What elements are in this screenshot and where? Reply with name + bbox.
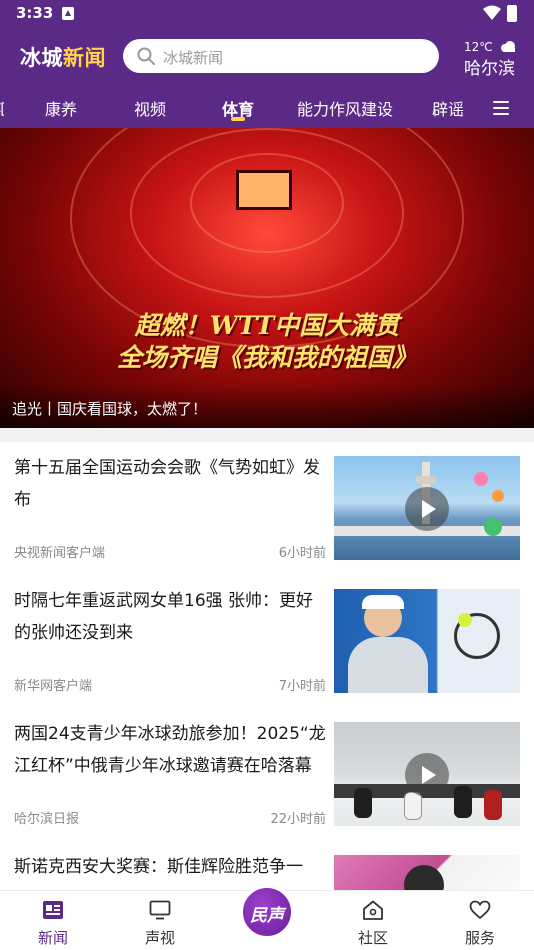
featured-banner[interactable]: 超燃！WTT中国大满贯 全场齐唱《我和我的祖国》 追光丨国庆看国球，太燃了！ — [0, 128, 534, 428]
news-thumbnail — [334, 456, 520, 560]
search-bar[interactable]: 冰城新闻 — [123, 39, 439, 73]
search-icon — [137, 47, 155, 65]
balloon-shape — [484, 518, 502, 536]
player-body-shape — [348, 637, 428, 693]
battery-icon — [507, 5, 517, 22]
nav-community[interactable]: 社区 — [333, 891, 413, 950]
news-icon — [43, 901, 63, 919]
news-source: 新华网客户端 — [14, 679, 93, 694]
search-placeholder: 冰城新闻 — [163, 49, 224, 67]
nav-label: 声视 — [144, 929, 175, 947]
play-icon — [405, 753, 449, 797]
news-thumbnail — [334, 722, 520, 826]
nav-news[interactable]: 新闻 — [13, 891, 93, 950]
logo-highlight: 新闻 — [63, 46, 106, 70]
public-voice-label: 民声 — [250, 906, 284, 926]
ball-shape — [458, 613, 472, 627]
tab-capability-building[interactable]: 能力作风建设 — [297, 96, 393, 120]
news-source: 央视新闻客户端 — [14, 546, 106, 561]
menu-icon[interactable] — [493, 101, 509, 115]
news-item[interactable]: 两国24支青少年冰球劲旅参加！2025“龙江红杯”中俄青少年冰球邀请赛在哈落幕 … — [0, 708, 534, 841]
hockey-player-shape — [454, 786, 472, 818]
tab-rumor-refute[interactable]: 辟谣 — [432, 96, 464, 120]
player-cap-shape — [362, 595, 404, 609]
news-time: 22小时前 — [270, 812, 326, 827]
public-voice-button[interactable]: 民声 — [240, 885, 294, 939]
nav-label: 新闻 — [37, 929, 68, 947]
nav-label: 服务 — [464, 929, 495, 947]
app-logo[interactable]: 冰城新闻 — [20, 42, 106, 72]
arena-scoreboard — [236, 170, 292, 210]
weather-temperature[interactable]: 12℃ — [464, 40, 493, 54]
banner-headline-line2: 全场齐唱《我和我的祖国》 — [116, 343, 417, 372]
news-title: 两国24支青少年冰球劲旅参加！2025“龙江红杯”中俄青少年冰球邀请赛在哈落幕 — [14, 724, 326, 776]
wifi-icon — [483, 5, 501, 20]
channel-tabs: 汇 康养 视频 体育 能力作风建设 辟谣 — [0, 90, 534, 128]
weather-city[interactable]: 哈尔滨 — [464, 54, 515, 79]
news-time: 7小时前 — [278, 679, 326, 694]
monitor-icon — [149, 900, 171, 920]
news-title: 斯诺克西安大奖赛：斯佳辉险胜范争一 — [14, 857, 303, 877]
heart-icon — [469, 900, 491, 920]
nav-services[interactable]: 服务 — [440, 891, 520, 950]
play-icon — [405, 487, 449, 531]
news-item[interactable]: 时隔七年重返武网女单16强 张帅：更好的张帅还没到来 新华网客户端 7小时前 — [0, 575, 534, 708]
hockey-player-shape — [484, 790, 502, 820]
home-icon — [363, 900, 383, 920]
cloudy-weather-icon[interactable] — [500, 41, 516, 53]
news-thumbnail — [334, 589, 520, 693]
news-item[interactable]: 第十五届全国运动会会歌《气势如虹》发布 央视新闻客户端 6小时前 — [0, 442, 534, 575]
tab-kangyang[interactable]: 康养 — [45, 96, 77, 120]
news-time: 6小时前 — [278, 546, 326, 561]
notification-app-icon — [62, 7, 74, 20]
nav-label: 社区 — [357, 929, 388, 947]
news-title: 时隔七年重返武网女单16强 张帅：更好的张帅还没到来 — [14, 591, 314, 643]
logo-prefix: 冰城 — [20, 46, 63, 70]
nav-audio-video[interactable]: 声视 — [120, 891, 200, 950]
tab-video[interactable]: 视频 — [134, 96, 166, 120]
active-tab-indicator — [231, 117, 245, 121]
tower-pod-shape — [416, 476, 436, 484]
balloon-shape — [474, 472, 488, 486]
banner-caption: 追光丨国庆看国球，太燃了！ — [12, 400, 208, 418]
status-bar: 3:33 — [0, 0, 534, 28]
news-title: 第十五届全国运动会会歌《气势如虹》发布 — [14, 458, 320, 510]
balloon-shape — [492, 490, 504, 502]
app-header: 3:33 冰城新闻 冰城新闻 12℃ 哈尔滨 汇 康养 视频 体育 能力作风建设… — [0, 0, 534, 128]
hockey-player-shape — [354, 788, 372, 818]
hockey-player-shape — [404, 792, 422, 820]
status-time: 3:33 — [16, 4, 54, 22]
banner-headline-line1: 超燃！WTT中国大满贯 — [134, 311, 400, 340]
section-divider — [0, 428, 534, 442]
news-source: 哈尔滨日报 — [14, 812, 80, 827]
tab-partial[interactable]: 汇 — [0, 96, 4, 120]
